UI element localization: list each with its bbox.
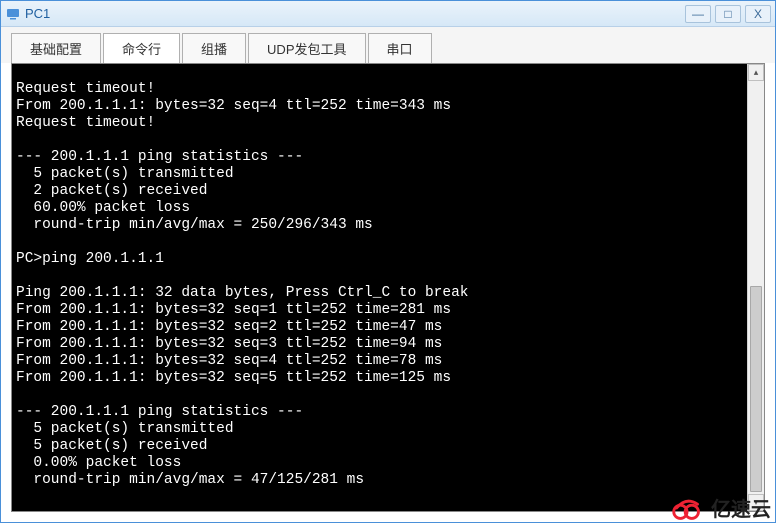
window-controls: — □ X xyxy=(685,5,771,23)
scroll-thumb[interactable] xyxy=(750,286,762,493)
window-title: PC1 xyxy=(25,6,685,21)
app-icon xyxy=(5,6,21,22)
scroll-track[interactable] xyxy=(748,81,764,494)
app-window: PC1 — □ X 基础配置 命令行 组播 UDP发包工具 串口 Request… xyxy=(0,0,776,523)
scroll-up-arrow[interactable]: ▴ xyxy=(748,64,764,81)
tab-command-line[interactable]: 命令行 xyxy=(103,33,180,63)
maximize-button[interactable]: □ xyxy=(715,5,741,23)
tab-udp-tool[interactable]: UDP发包工具 xyxy=(248,33,365,63)
tab-multicast[interactable]: 组播 xyxy=(182,33,246,63)
scroll-down-arrow[interactable]: ▾ xyxy=(748,494,764,511)
tab-bar: 基础配置 命令行 组播 UDP发包工具 串口 xyxy=(1,27,775,63)
tab-serial[interactable]: 串口 xyxy=(368,33,432,63)
tab-basic-config[interactable]: 基础配置 xyxy=(11,33,101,63)
close-button[interactable]: X xyxy=(745,5,771,23)
terminal-container: Request timeout! From 200.1.1.1: bytes=3… xyxy=(11,63,765,512)
minimize-button[interactable]: — xyxy=(685,5,711,23)
title-bar[interactable]: PC1 — □ X xyxy=(1,1,775,27)
terminal-output[interactable]: Request timeout! From 200.1.1.1: bytes=3… xyxy=(12,79,747,497)
vertical-scrollbar[interactable]: ▴ ▾ xyxy=(747,64,764,511)
